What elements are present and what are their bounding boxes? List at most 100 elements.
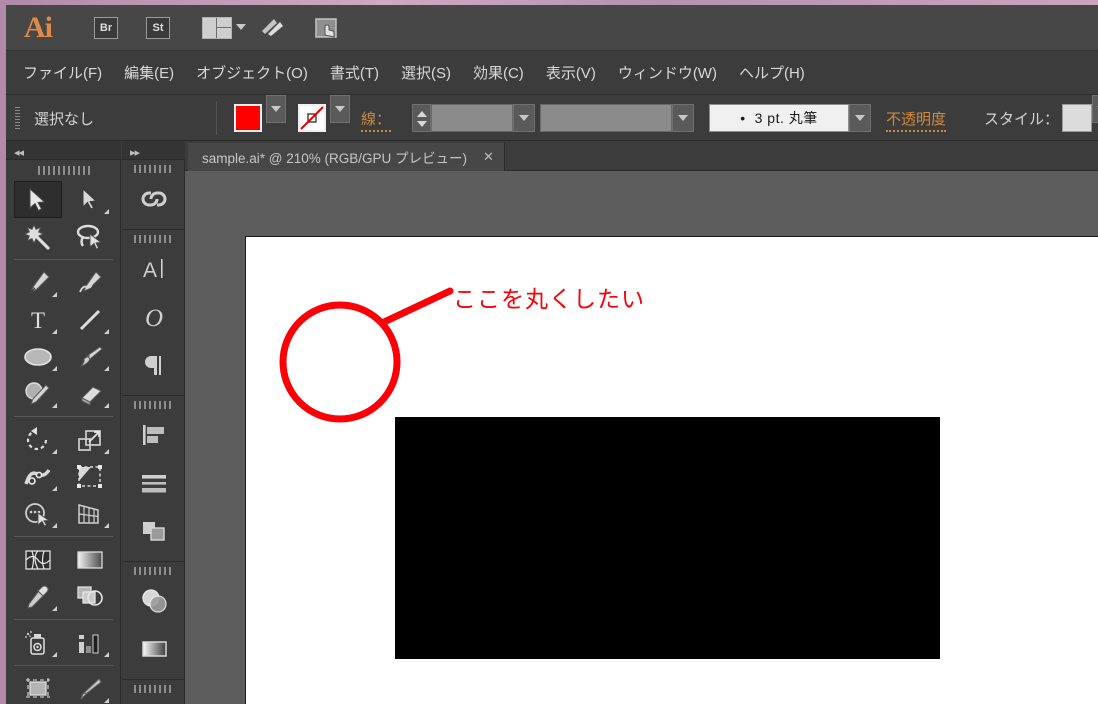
free-transform-tool[interactable] (66, 458, 114, 495)
close-icon[interactable]: ✕ (483, 149, 494, 165)
stroke-weight-dropdown[interactable] (513, 104, 535, 132)
perspective-grid-tool[interactable] (66, 495, 114, 532)
tool-flyout-corner-icon[interactable] (104, 329, 109, 334)
rotate-tool[interactable] (14, 421, 62, 458)
tool-flyout-corner-icon[interactable] (104, 209, 109, 214)
tool-flyout-corner-icon[interactable] (52, 329, 57, 334)
line-segment-tool[interactable] (66, 301, 114, 338)
panel-align[interactable] (122, 411, 185, 459)
tool-flyout-corner-icon[interactable] (52, 606, 57, 611)
panel-links[interactable] (122, 175, 185, 223)
opacity-label[interactable]: 不透明度 (886, 108, 947, 132)
behance-icon[interactable] (258, 15, 288, 41)
tools-panel-gripper[interactable] (38, 166, 90, 175)
panel-transparency[interactable] (122, 577, 185, 625)
tool-flyout-corner-icon[interactable] (104, 449, 109, 454)
stroke-profile-input[interactable] (540, 104, 672, 132)
menu-help[interactable]: ヘルプ(H) (728, 58, 816, 87)
width-tool[interactable] (14, 458, 62, 495)
panel-group-gripper[interactable] (133, 685, 174, 693)
menu-object[interactable]: オブジェクト(O) (185, 58, 319, 87)
type-tool[interactable]: T (14, 301, 62, 338)
direct-selection-tool[interactable] (66, 181, 114, 218)
tool-flyout-corner-icon[interactable] (52, 523, 57, 528)
tool-flyout-corner-icon[interactable] (52, 366, 57, 371)
selection-tool[interactable] (14, 181, 62, 218)
stroke-swatch-dropdown[interactable] (330, 95, 350, 123)
arrange-documents-icon[interactable] (202, 17, 232, 39)
graphic-style-swatch[interactable] (1062, 104, 1092, 132)
double-chevron-right-icon[interactable]: ▸▸ (130, 146, 140, 159)
panel-transform[interactable] (122, 695, 185, 704)
fill-color-swatch[interactable] (234, 104, 262, 132)
graphic-style-dropdown[interactable] (1092, 95, 1098, 123)
panel-group-gripper[interactable] (133, 401, 174, 409)
stock-button[interactable]: St (146, 17, 170, 39)
stroke-weight-stepper[interactable] (412, 104, 431, 132)
panels-expand-header[interactable]: ▸▸ (122, 141, 185, 160)
stroke-profile-dropdown[interactable] (672, 104, 694, 132)
touch-workspace-icon[interactable] (311, 15, 341, 41)
stepper-up-icon[interactable] (417, 111, 427, 117)
panel-group-gripper[interactable] (133, 235, 174, 243)
tool-flyout-corner-icon[interactable] (104, 652, 109, 657)
paintbrush-tool[interactable] (66, 338, 114, 375)
stroke-weight-input[interactable] (431, 104, 513, 132)
menu-select[interactable]: 選択(S) (390, 58, 462, 87)
scale-tool[interactable] (66, 421, 114, 458)
shaper-tool[interactable] (14, 375, 62, 412)
tool-flyout-corner-icon[interactable] (104, 403, 109, 408)
eyedropper-tool[interactable] (14, 578, 62, 615)
double-chevron-left-icon[interactable]: ◂◂ (14, 146, 24, 159)
menu-type[interactable]: 書式(T) (319, 58, 390, 87)
stroke-color-swatch[interactable] (298, 104, 326, 132)
tools-panel-header[interactable]: ◂◂ (6, 141, 121, 160)
tool-divider (14, 416, 113, 417)
document-tab[interactable]: sample.ai* @ 210% (RGB/GPU プレビュー) ✕ (188, 143, 505, 171)
tool-flyout-corner-icon[interactable] (104, 523, 109, 528)
control-bar-gripper[interactable] (15, 107, 20, 129)
bridge-button[interactable]: Br (94, 17, 118, 39)
tool-flyout-corner-icon[interactable] (104, 366, 109, 371)
tool-flyout-corner-icon[interactable] (52, 292, 57, 297)
panel-glyphs[interactable]: O (122, 293, 185, 341)
tool-flyout-corner-icon[interactable] (104, 698, 109, 703)
fill-swatch-dropdown[interactable] (266, 95, 286, 123)
menu-window[interactable]: ウィンドウ(W) (607, 58, 728, 87)
mesh-tool[interactable] (14, 541, 62, 578)
panel-character[interactable]: A (122, 245, 185, 293)
menu-effect[interactable]: 効果(C) (462, 58, 535, 87)
pen-tool[interactable] (14, 264, 62, 301)
menu-file[interactable]: ファイル(F) (12, 58, 113, 87)
slice-tool[interactable] (66, 670, 114, 704)
column-graph-tool[interactable] (66, 624, 114, 661)
tool-flyout-corner-icon[interactable] (52, 652, 57, 657)
symbol-sprayer-tool[interactable] (14, 624, 62, 661)
panel-group-gripper[interactable] (133, 567, 174, 575)
tool-flyout-corner-icon[interactable] (52, 403, 57, 408)
curvature-tool[interactable] (66, 264, 114, 301)
panel-pathfinder[interactable] (122, 507, 185, 555)
chevron-down-icon[interactable] (236, 24, 246, 30)
panel-gradient[interactable] (122, 625, 185, 673)
mesh-icon (25, 549, 51, 570)
magic-wand-tool[interactable] (14, 218, 62, 255)
blend-tool[interactable] (66, 578, 114, 615)
artboard-tool[interactable] (14, 670, 62, 704)
panel-paragraph[interactable] (122, 341, 185, 389)
shape-builder-tool[interactable] (14, 495, 62, 532)
brush-definition-select[interactable]: • 3 pt. 丸筆 (709, 104, 849, 132)
stepper-down-icon[interactable] (417, 121, 427, 127)
tool-flyout-corner-icon[interactable] (52, 486, 57, 491)
ellipse-tool[interactable] (14, 338, 62, 375)
brush-definition-dropdown[interactable] (849, 104, 871, 132)
eraser-tool[interactable] (66, 375, 114, 412)
canvas-area[interactable]: ここを丸くしたい (185, 171, 1098, 704)
menu-edit[interactable]: 編集(E) (113, 58, 185, 87)
menu-view[interactable]: 表示(V) (535, 58, 607, 87)
tool-flyout-corner-icon[interactable] (52, 449, 57, 454)
panel-group-gripper[interactable] (133, 165, 174, 173)
gradient-tool[interactable] (66, 541, 114, 578)
lasso-tool[interactable] (66, 218, 114, 255)
panel-stroke[interactable] (122, 459, 185, 507)
